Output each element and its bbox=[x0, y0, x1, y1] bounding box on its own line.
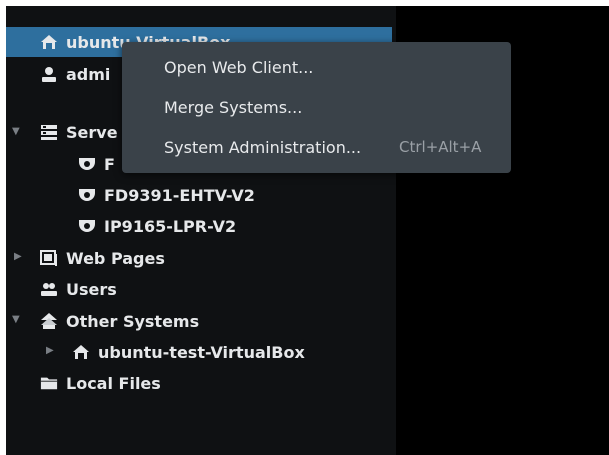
tree-item-ubuntu-test-virtualbox[interactable]: ubuntu-test-VirtualBox bbox=[72, 340, 305, 364]
tree-item-other-systems[interactable]: Other Systems bbox=[40, 309, 199, 333]
camera-icon bbox=[78, 155, 96, 173]
camera-icon bbox=[78, 186, 96, 204]
tree-item-camera[interactable]: F bbox=[78, 152, 115, 176]
camera-icon bbox=[78, 217, 96, 235]
tree-item-users[interactable]: Users bbox=[40, 277, 117, 301]
menu-item-label: Open Web Client... bbox=[164, 57, 314, 77]
server-group-icon bbox=[40, 123, 58, 141]
tree-item-label: FD9391-EHTV-V2 bbox=[104, 185, 255, 205]
home-icon bbox=[72, 343, 90, 361]
context-menu: Open Web Client... Merge Systems... Syst… bbox=[122, 42, 511, 173]
tree-item-label: F bbox=[104, 154, 115, 174]
menu-item-shortcut: Ctrl+Alt+A bbox=[399, 138, 482, 156]
tree-item-camera[interactable]: IP9165-LPR-V2 bbox=[78, 214, 236, 238]
home-icon bbox=[40, 33, 58, 51]
menu-item-system-administration[interactable]: System Administration... Ctrl+Alt+A bbox=[122, 132, 511, 162]
web-page-icon bbox=[40, 249, 58, 267]
tree-item-label: Local Files bbox=[66, 373, 161, 393]
tree-item-label: IP9165-LPR-V2 bbox=[104, 216, 237, 236]
expand-arrow-icon[interactable]: ▶ bbox=[46, 346, 56, 356]
tree-item-label: admi bbox=[66, 64, 111, 84]
tree-item-label: Serve bbox=[66, 122, 118, 142]
menu-item-label: Merge Systems... bbox=[164, 97, 303, 117]
users-icon bbox=[40, 280, 58, 298]
menu-item-merge-systems[interactable]: Merge Systems... bbox=[122, 92, 511, 122]
menu-item-open-web-client[interactable]: Open Web Client... bbox=[122, 52, 511, 82]
tree-item-servers[interactable]: Serve bbox=[40, 120, 118, 144]
tree-item-web-pages[interactable]: Web Pages bbox=[40, 246, 165, 270]
tree-item-label: Other Systems bbox=[66, 311, 200, 331]
tree-item-label: Users bbox=[66, 279, 117, 299]
other-systems-icon bbox=[40, 312, 58, 330]
expand-arrow-icon[interactable]: ▶ bbox=[14, 252, 24, 262]
tree-item-label: Web Pages bbox=[66, 248, 165, 268]
collapse-arrow-icon[interactable]: ▼ bbox=[12, 127, 22, 137]
tree-item-label: ubuntu-test-VirtualBox bbox=[98, 342, 305, 362]
menu-item-label: System Administration... bbox=[164, 137, 362, 157]
tree-item-camera[interactable]: FD9391-EHTV-V2 bbox=[78, 183, 255, 207]
tree-item-local-files[interactable]: Local Files bbox=[40, 371, 161, 395]
user-icon bbox=[40, 65, 58, 83]
folder-icon bbox=[40, 374, 58, 392]
collapse-arrow-icon[interactable]: ▼ bbox=[12, 315, 22, 325]
tree-item-admin[interactable]: admi bbox=[40, 62, 110, 86]
